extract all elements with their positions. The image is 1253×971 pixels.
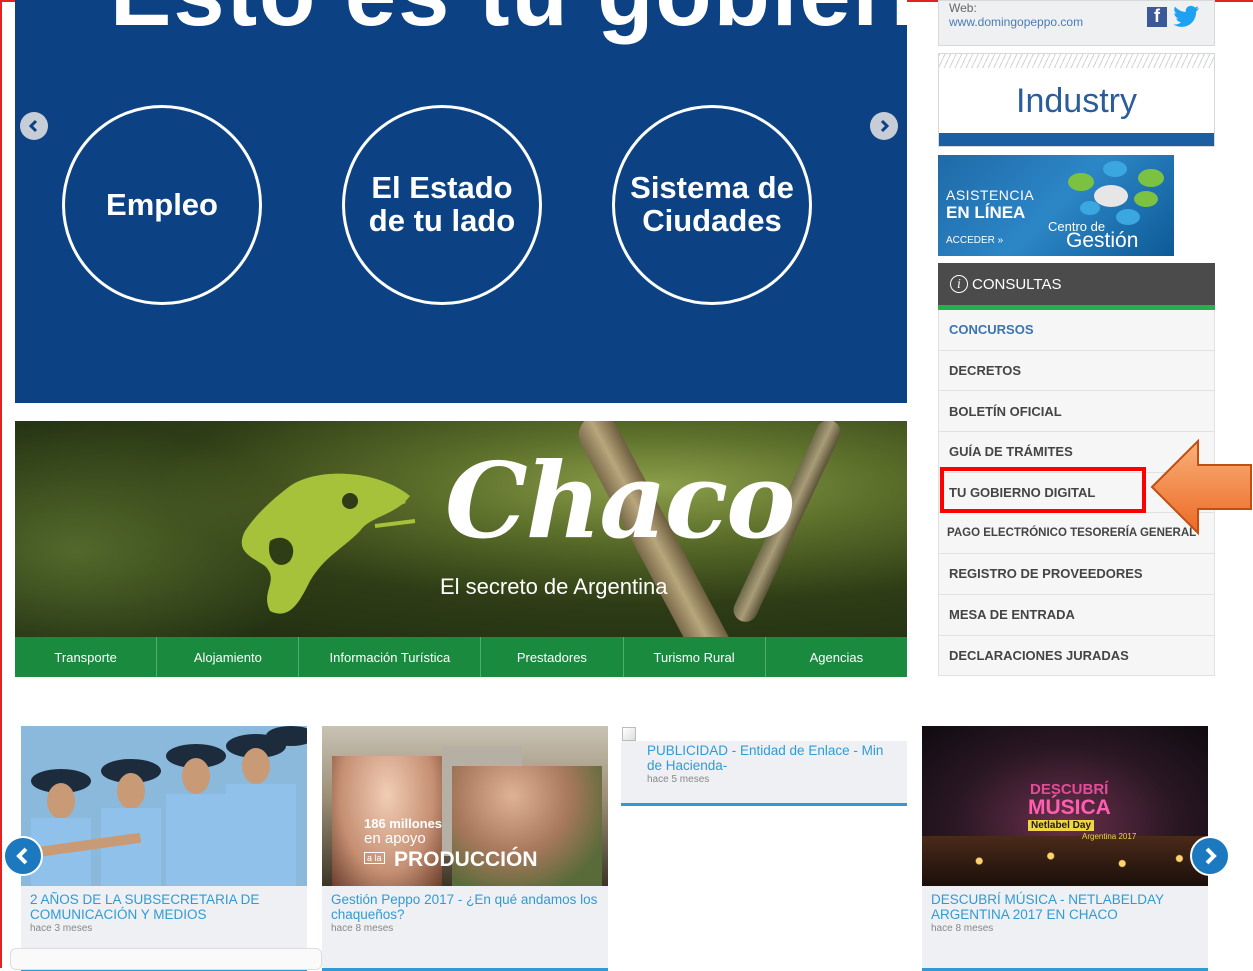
menu-item-declaraciones-juradas[interactable]: DECLARACIONES JURADAS [938, 635, 1215, 677]
web-label: Web: [949, 1, 977, 15]
dot-decoration [1068, 173, 1094, 191]
pointer-arrow-icon [1150, 438, 1252, 536]
hero-circle-label: Empleo [106, 186, 218, 222]
highlight-box [940, 467, 1146, 513]
hero-circle-estado[interactable]: El Estado de tu lado [342, 105, 542, 305]
news-date: hace 8 meses [931, 923, 994, 934]
chaco-emblem-logo [241, 473, 416, 614]
hero-circle-label: El Estado de tu lado [368, 170, 516, 238]
web-box: Web: www.domingopeppo.com f [938, 0, 1215, 46]
chaco-logo-word: Chaco [445, 439, 795, 562]
hero-prev-arrow-icon[interactable] [20, 112, 48, 140]
hero-circle-ciudades[interactable]: Sistema de Ciudades [612, 105, 812, 305]
carousel-next-icon[interactable] [1190, 836, 1230, 876]
news-caption: Gestión Peppo 2017 - ¿En qué andamos los… [322, 886, 608, 968]
news-date: hace 5 meses [647, 774, 710, 785]
nav-alojamiento[interactable]: Alojamiento [157, 637, 300, 677]
hero-next-arrow-icon[interactable] [870, 112, 898, 140]
facebook-icon[interactable]: f [1147, 6, 1167, 27]
image-text: en apoyo [364, 830, 426, 847]
asistencia-line2: EN LÍNEA [946, 203, 1026, 222]
chaco-tourism-banner[interactable]: Chaco El secreto de Argentina [15, 421, 907, 637]
news-image[interactable]: 186 millones en apoyo a la PRODUCCIÓN [322, 726, 608, 886]
news-underline [621, 803, 907, 806]
crowd-lights [922, 836, 1208, 886]
image-text: MÚSICA [1028, 796, 1111, 819]
hero-title: Esto es tu gobierno [110, 0, 907, 47]
dot-decoration [1134, 191, 1158, 207]
acceder-link[interactable]: ACCEDER » [946, 235, 1003, 246]
web-url-link[interactable]: www.domingopeppo.com [949, 15, 1083, 29]
image-text: PRODUCCIÓN [394, 848, 538, 871]
menu-item-decretos[interactable]: DECRETOS [938, 350, 1215, 392]
info-icon: i [950, 275, 968, 293]
nav-turismo-rural[interactable]: Turismo Rural [624, 637, 766, 677]
industry-label: Industry [1016, 82, 1137, 120]
menu-item-concursos[interactable]: CONCURSOS [938, 310, 1215, 351]
news-card[interactable]: 2 AÑOS DE LA SUBSECRETARIA DE COMUNICACI… [21, 726, 307, 971]
news-date: hace 3 meses [30, 923, 93, 934]
twitter-icon[interactable] [1172, 5, 1200, 29]
news-image[interactable]: DESCUBRÍ MÚSICA Netlabel Day Argentina 2… [922, 726, 1208, 886]
news-title[interactable]: Gestión Peppo 2017 - ¿En qué andamos los… [331, 892, 599, 922]
broken-image-icon [622, 727, 636, 741]
gestion-label: Gestión [1066, 229, 1139, 252]
hero-slider[interactable]: Esto es tu gobierno Empleo El Estado de … [15, 0, 907, 403]
image-text: Argentina 2017 [1082, 832, 1137, 841]
consultas-label: CONSULTAS [972, 275, 1062, 293]
hero-circle-label: Sistema de Ciudades [630, 170, 794, 238]
news-title[interactable]: PUBLICIDAD - Entidad de Enlace - Min de … [647, 743, 898, 773]
dot-decoration [1103, 161, 1127, 177]
industry-bar [939, 133, 1214, 146]
menu-item-boletin-oficial[interactable]: BOLETÍN OFICIAL [938, 391, 1215, 433]
news-card[interactable]: DESCUBRÍ MÚSICA Netlabel Day Argentina 2… [922, 726, 1208, 971]
asistencia-line1: ASISTENCIA [946, 187, 1035, 203]
news-caption: DESCUBRÍ MÚSICA - NETLABELDAY ARGENTINA … [922, 886, 1208, 968]
tourism-nav: Transporte Alojamiento Información Turís… [15, 637, 907, 677]
cadets-photo [21, 726, 307, 886]
dot-decoration [1138, 169, 1164, 187]
image-text: 186 millones [364, 816, 443, 831]
image-text: a la [364, 852, 385, 864]
news-date: hace 8 meses [331, 923, 394, 934]
news-title[interactable]: DESCUBRÍ MÚSICA - NETLABELDAY ARGENTINA … [931, 892, 1199, 922]
bottom-overlay-tab[interactable] [10, 948, 322, 970]
dot-decoration [1080, 201, 1100, 215]
image-text: Netlabel Day [1028, 820, 1095, 831]
dot-decoration [1116, 209, 1140, 225]
news-card[interactable]: 186 millones en apoyo a la PRODUCCIÓN Ge… [322, 726, 608, 971]
consultas-header: i CONSULTAS [938, 263, 1215, 305]
menu-item-mesa-entrada[interactable]: MESA DE ENTRADA [938, 594, 1215, 636]
nav-prestadores[interactable]: Prestadores [481, 637, 624, 677]
nav-transporte[interactable]: Transporte [15, 637, 158, 677]
menu-item-registro-proveedores[interactable]: REGISTRO DE PROVEEDORES [938, 554, 1215, 595]
hero-circle-empleo[interactable]: Empleo [62, 105, 262, 305]
nav-informacion-turistica[interactable]: Información Turística [299, 637, 482, 677]
industry-banner[interactable]: Industry [938, 53, 1215, 147]
news-caption: PUBLICIDAD - Entidad de Enlace - Min de … [621, 741, 907, 803]
news-card[interactable]: PUBLICIDAD - Entidad de Enlace - Min de … [621, 726, 907, 806]
chaco-tagline: El secreto de Argentina [440, 574, 668, 599]
asistencia-en-linea-banner[interactable]: ASISTENCIA EN LÍNEA ACCEDER » Centro de … [938, 155, 1174, 256]
news-title[interactable]: 2 AÑOS DE LA SUBSECRETARIA DE COMUNICACI… [30, 892, 298, 922]
news-image[interactable] [21, 726, 307, 886]
stripes-decoration [939, 54, 1214, 68]
carousel-prev-icon[interactable] [3, 836, 43, 876]
nav-agencias[interactable]: Agencias [766, 637, 907, 677]
dot-decoration [1094, 185, 1128, 207]
